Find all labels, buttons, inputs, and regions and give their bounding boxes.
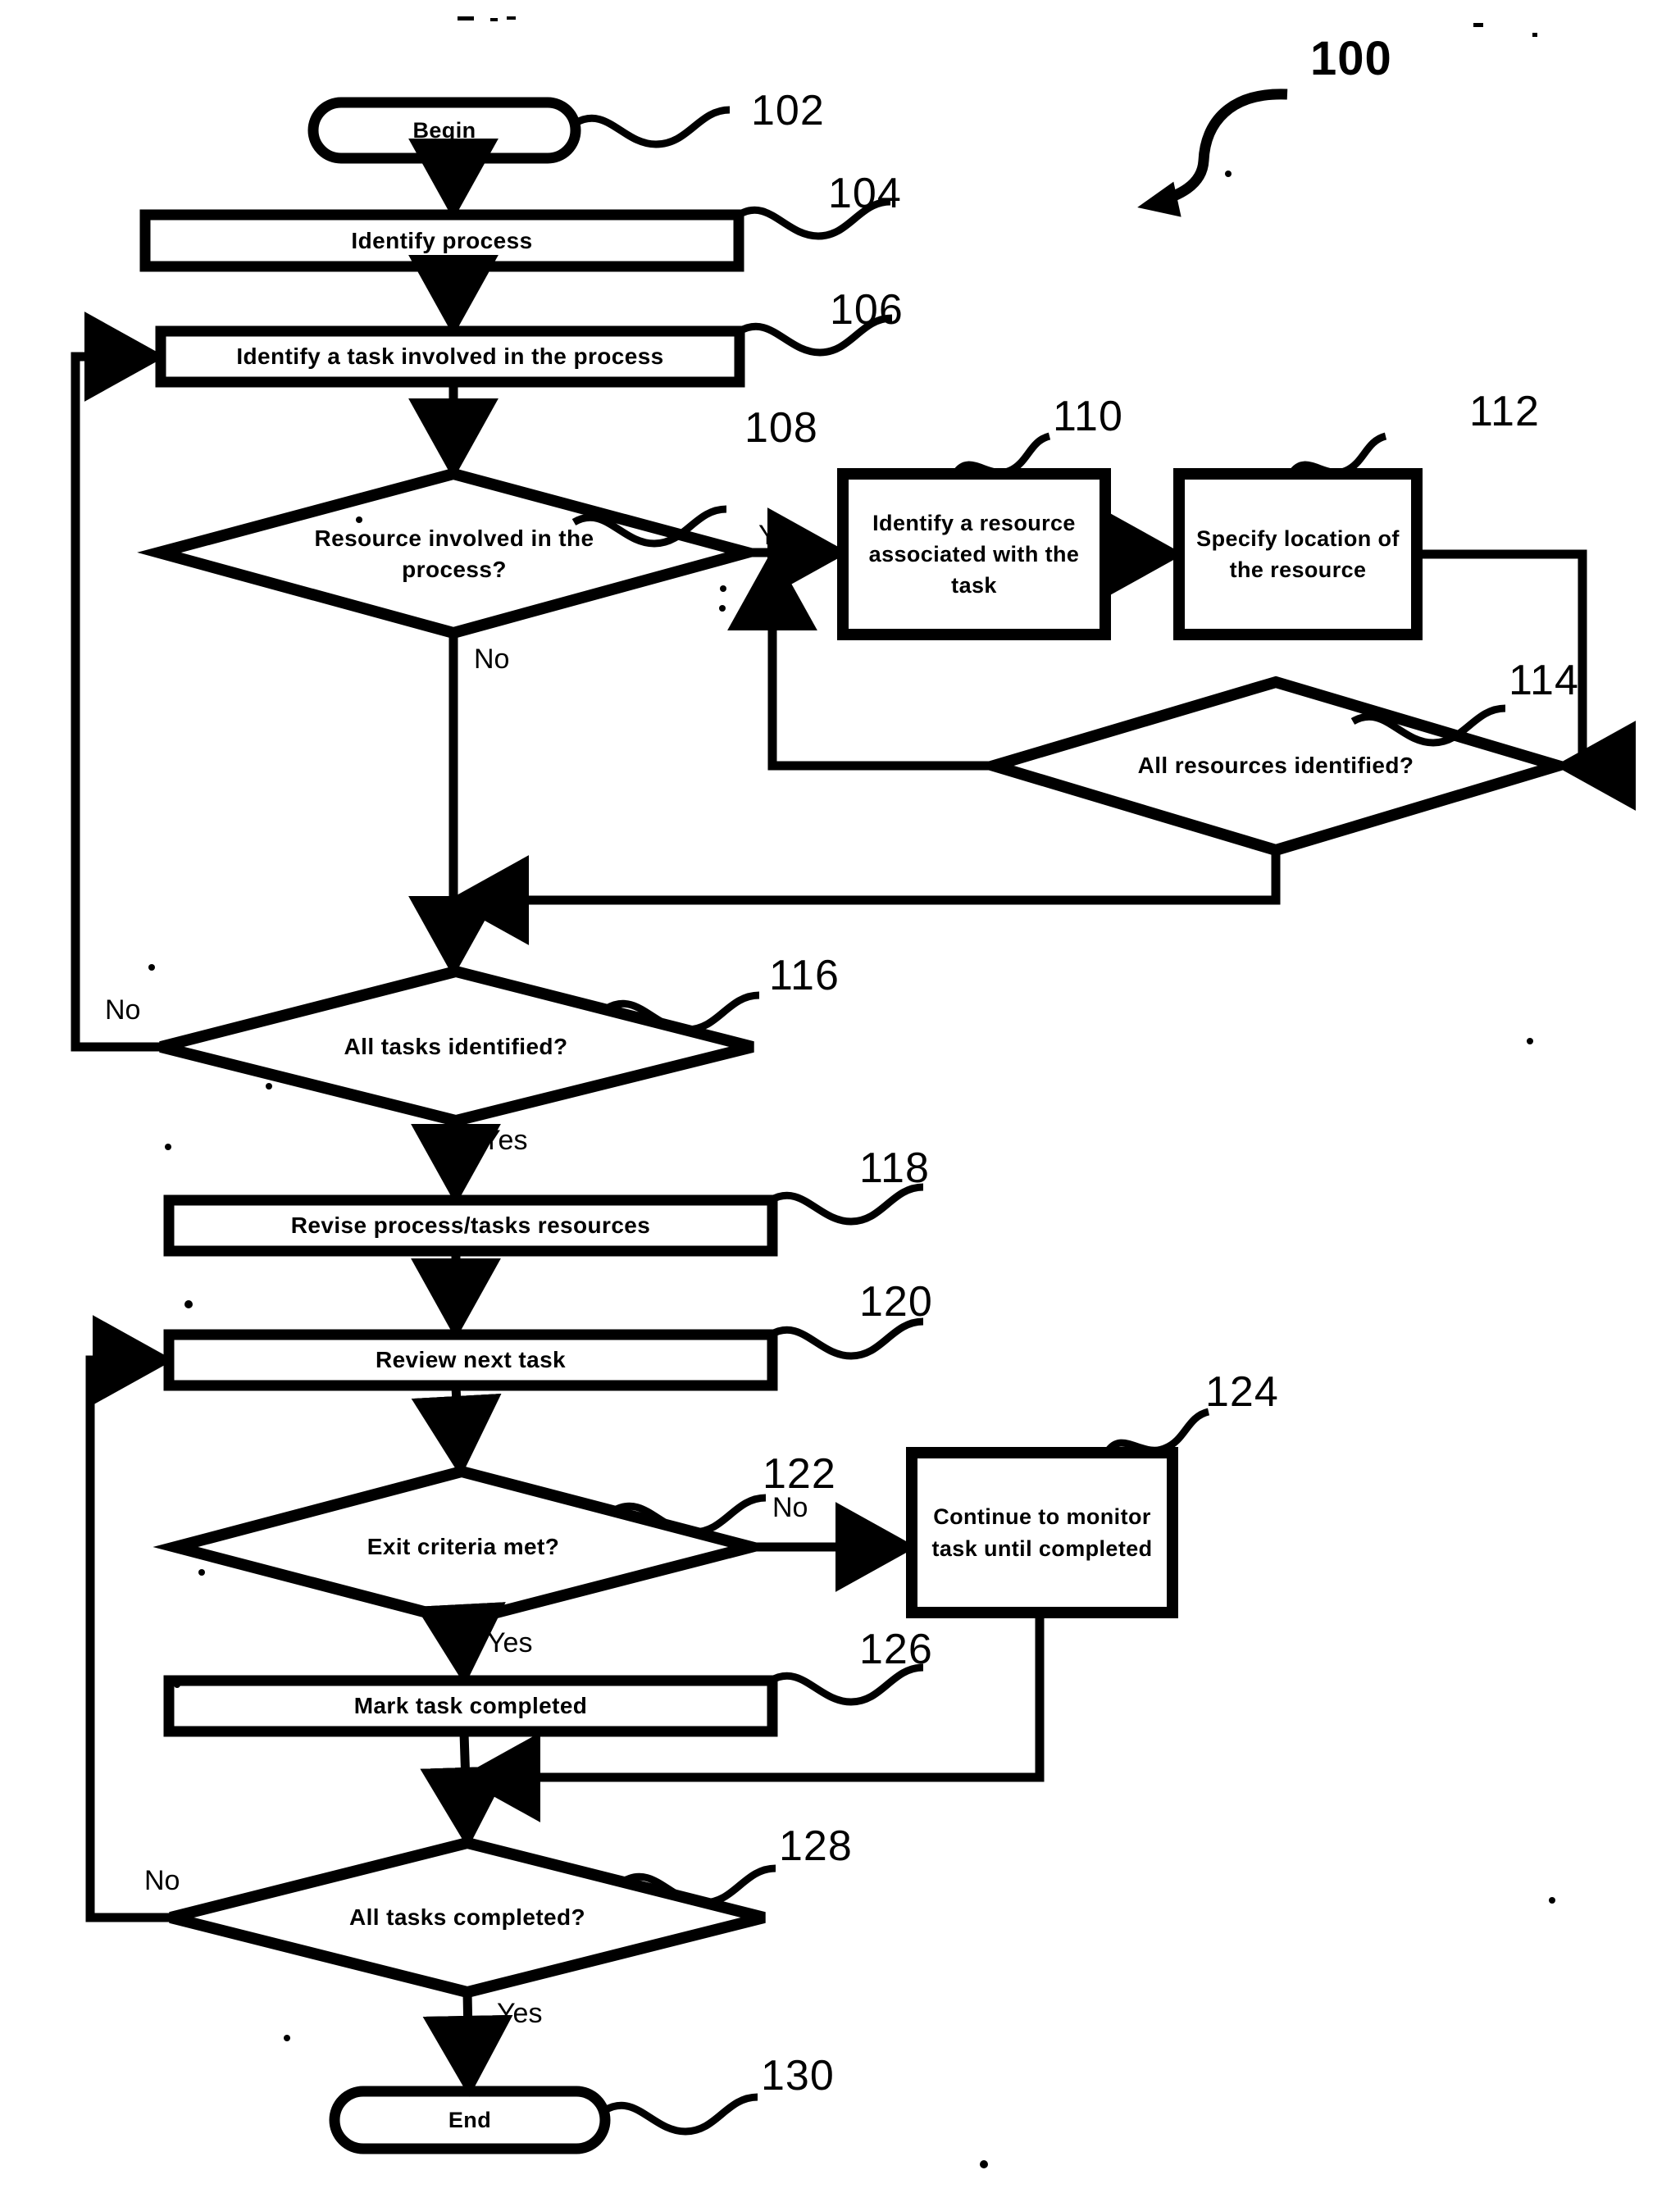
ref-numeral-120: 120 — [859, 1278, 933, 1326]
edge-label-all-tasks-completed-no: No — [144, 1865, 180, 1896]
shape-identify-process — [139, 209, 744, 272]
leader-130 — [603, 2093, 758, 2136]
ref-numeral-114: 114 — [1509, 657, 1579, 704]
shape-resource-involved-decision — [137, 467, 769, 639]
ref-numeral-104: 104 — [828, 170, 902, 217]
edge-label-all-tasks-identified-no: No — [105, 994, 141, 1026]
edge-all-resources-no-loopback — [727, 549, 994, 771]
shape-all-tasks-completed-decision — [169, 1836, 766, 1999]
shape-begin-terminal — [307, 97, 581, 164]
edge-mark-completed-to-all-tasks-completed — [420, 1732, 511, 1849]
edge-label-resource-yes: Yes — [758, 520, 804, 551]
edge-label-resource-no: No — [474, 644, 510, 675]
shape-revise-resources — [163, 1194, 778, 1257]
shape-end-terminal — [329, 2086, 611, 2154]
edge-all-resources-yes-to-main — [448, 850, 1281, 945]
ref-numeral-128: 128 — [779, 1822, 853, 1870]
figure-sheet: Begin Identify process Identify a task i… — [0, 0, 1680, 2202]
ref-numeral-130: 130 — [761, 2052, 835, 2100]
ref-numeral-116: 116 — [769, 952, 840, 999]
ref-numeral-110: 110 — [1053, 393, 1123, 440]
leader-102 — [573, 106, 731, 148]
edge-label-all-tasks-identified-yes: Yes — [482, 1125, 528, 1156]
shape-identify-resource — [837, 468, 1111, 640]
ref-numeral-112: 112 — [1469, 388, 1540, 435]
ref-numeral-108: 108 — [744, 404, 818, 452]
ref-numeral-122: 122 — [763, 1450, 836, 1498]
ref-numeral-102: 102 — [751, 87, 825, 134]
shape-specify-location — [1173, 468, 1423, 640]
ref-numeral-124: 124 — [1205, 1368, 1279, 1416]
shape-mark-task-completed — [163, 1675, 778, 1737]
shape-exit-criteria-decision — [153, 1465, 774, 1628]
shape-all-tasks-identified-decision — [159, 965, 754, 1127]
ref-numeral-126: 126 — [859, 1626, 933, 1673]
edge-label-exit-criteria-yes: Yes — [487, 1627, 533, 1658]
edge-all-tasks-completed-yes-to-end — [422, 1991, 513, 2097]
edge-monitor-to-all-tasks-completed — [459, 1613, 1045, 1822]
shape-review-next-task — [163, 1329, 778, 1391]
edge-label-all-tasks-completed-yes: Yes — [497, 1998, 543, 2029]
leader-124 — [1104, 1408, 1210, 1455]
shape-identify-task — [155, 325, 745, 388]
ref-numeral-100: 100 — [1310, 32, 1392, 85]
edge-review-next-task-to-exit-criteria — [411, 1386, 502, 1477]
shape-all-resources-decision — [973, 676, 1578, 857]
ref-numeral-118: 118 — [859, 1144, 930, 1192]
leader-120 — [768, 1317, 924, 1360]
shape-continue-monitor — [906, 1447, 1178, 1618]
ref-numeral-106: 106 — [830, 286, 904, 334]
edge-exit-criteria-yes-to-mark-completed — [415, 1602, 506, 1686]
edge-all-tasks-completed-no-loopback — [85, 1315, 174, 1922]
edge-all-tasks-no-loopback — [71, 312, 166, 1052]
leader-100-arrowhead — [1137, 181, 1181, 217]
